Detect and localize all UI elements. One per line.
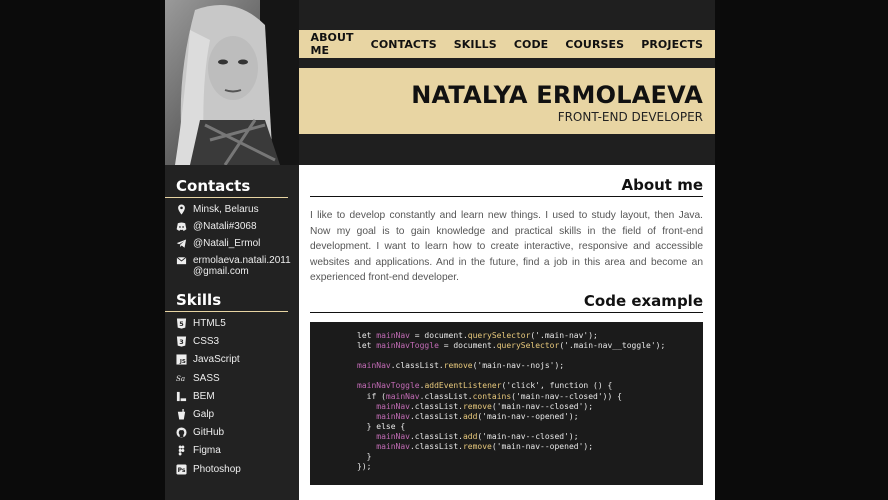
svg-text:3: 3 (179, 338, 183, 346)
skill-item: 3 CSS3 (176, 336, 299, 347)
skill-label: Photoshop (193, 463, 241, 475)
contact-text: Minsk, Belarus (193, 204, 259, 215)
figma-icon (178, 445, 185, 456)
nav-about-me[interactable]: ABOUT ME (310, 31, 353, 57)
skill-label: Galp (193, 408, 215, 420)
top-bar: ABOUT ME CONTACTS SKILLS CODE COURSES PR… (299, 0, 715, 165)
bem-icon (176, 391, 187, 401)
sidebar: Contacts Minsk, Belarus @Natali#3068 @Na… (165, 165, 299, 500)
telegram-icon (176, 239, 187, 248)
contact-item[interactable]: ermolaeva.natali.2011 @gmail.com (176, 255, 299, 277)
code-block: let mainNav = document.querySelector('.m… (310, 322, 703, 485)
skill-label: JavaScript (193, 354, 240, 366)
about-heading: About me (310, 176, 703, 197)
skill-item: GitHub (176, 427, 299, 438)
skill-item: Ps Photoshop (176, 464, 299, 475)
discord-icon (176, 222, 187, 231)
svg-text:5: 5 (179, 320, 184, 328)
contacts-heading: Contacts (165, 165, 288, 198)
github-icon (176, 427, 187, 438)
name-banner: NATALYA ERMOLAEVA FRONT-END DEVELOPER (299, 68, 715, 134)
skill-item: Figma (176, 445, 299, 456)
skill-item: 5 HTML5 (176, 318, 299, 329)
skill-item: BEM (176, 391, 299, 402)
profile-photo (165, 0, 299, 165)
skill-label: HTML5 (193, 318, 226, 329)
skill-label: GitHub (193, 427, 225, 439)
skills-heading: Skills (165, 283, 288, 312)
code-heading: Code example (310, 292, 703, 313)
skill-item: Galp (176, 408, 299, 420)
about-section: About me I like to develop constantly an… (299, 165, 715, 286)
html5-icon: 5 (176, 318, 187, 329)
main-content: About me I like to develop constantly an… (299, 165, 715, 500)
css3-icon: 3 (176, 336, 187, 347)
nav-courses[interactable]: COURSES (565, 38, 624, 51)
nav-code[interactable]: CODE (514, 38, 548, 51)
javascript-icon: JS (176, 354, 187, 365)
person-name: NATALYA ERMOLAEVA (411, 81, 703, 109)
main-nav: ABOUT ME CONTACTS SKILLS CODE COURSES PR… (299, 30, 715, 58)
nav-skills[interactable]: SKILLS (454, 38, 497, 51)
svg-text:Sa: Sa (176, 374, 185, 383)
resume-page: ABOUT ME CONTACTS SKILLS CODE COURSES PR… (165, 0, 715, 500)
code-section: Code example (299, 292, 715, 313)
skill-item: JS JavaScript (176, 354, 299, 365)
contact-item[interactable]: @Natali#3068 (176, 221, 299, 232)
skill-label: SASS (193, 372, 220, 384)
skill-label: CSS3 (193, 336, 220, 348)
about-text: I like to develop constantly and learn n… (310, 210, 703, 284)
svg-text:Ps: Ps (178, 467, 186, 474)
skill-label: Figma (193, 445, 221, 457)
svg-text:JS: JS (179, 360, 186, 366)
person-role: FRONT-END DEVELOPER (557, 110, 703, 124)
skills-list: 5 HTML5 3 CSS3 JS JavaScript Sa SASS BEM (165, 312, 299, 475)
contact-item[interactable]: Minsk, Belarus (176, 204, 299, 215)
nav-projects[interactable]: PROJECTS (641, 38, 703, 51)
contact-text: @Natali_Ermol (193, 238, 261, 249)
skill-label: BEM (193, 390, 215, 402)
contact-text: ermolaeva.natali.2011 @gmail.com (193, 255, 291, 277)
skill-item: Sa SASS (176, 373, 299, 384)
nav-contacts[interactable]: CONTACTS (371, 38, 437, 51)
sass-icon: Sa (176, 374, 185, 383)
photoshop-icon: Ps (176, 463, 187, 475)
gulp-icon (177, 408, 186, 420)
mail-icon (176, 256, 187, 265)
contact-text: @Natali#3068 (193, 221, 257, 232)
contacts-list: Minsk, Belarus @Natali#3068 @Natali_Ermo… (165, 198, 299, 277)
location-icon (178, 204, 185, 215)
contact-item[interactable]: @Natali_Ermol (176, 238, 299, 249)
